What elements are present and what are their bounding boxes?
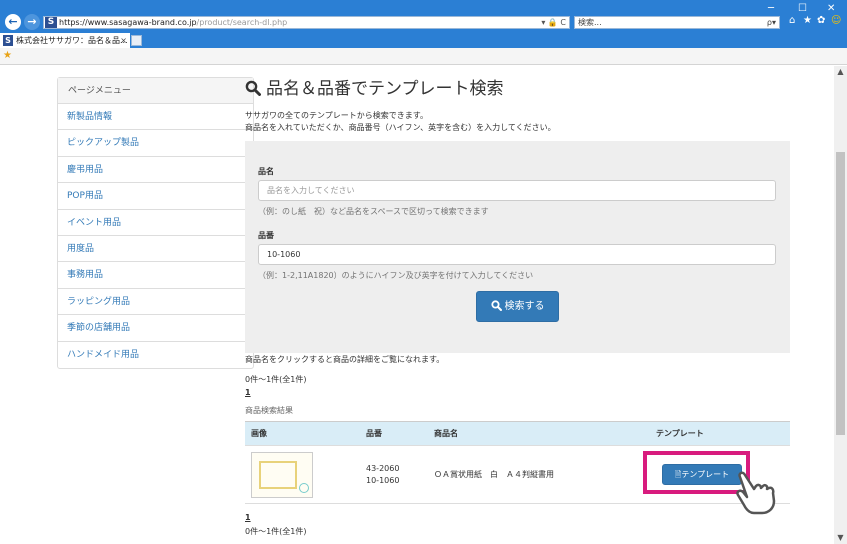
new-tab-button[interactable] — [131, 35, 142, 46]
sidebar-item-event[interactable]: イベント用品 — [58, 210, 253, 236]
search-form: 品名 品名を入力してください （例：のし紙 祝）など品名をスペースで区切って検索… — [245, 141, 790, 353]
minimize-button[interactable]: ─ — [768, 3, 774, 14]
intro-line-1: ササガワの全てのテンプレートから検索できます。 — [245, 111, 428, 120]
add-favorite-icon[interactable]: ★ — [3, 50, 12, 61]
product-code-1: 43-2060 — [366, 463, 400, 473]
scroll-thumb[interactable] — [836, 152, 845, 435]
back-button[interactable]: ← — [5, 14, 21, 30]
page-menu: ページメニュー 新製品情報 ピックアップ製品 慶弔用品 POP用品 イベント用品… — [57, 77, 254, 369]
browser-search-input[interactable]: 検索... ρ▾ — [574, 16, 780, 29]
favorites-star-icon[interactable]: ★ — [803, 15, 812, 26]
browser-search-placeholder: 検索... — [578, 18, 602, 27]
product-code-2: 10-1060 — [366, 475, 400, 485]
col-header-template: テンプレート — [650, 421, 790, 446]
scroll-up-icon[interactable]: ▲ — [834, 66, 847, 78]
product-name[interactable]: ＯＡ賞状用紙 白 Ａ４判縦書用 — [428, 445, 650, 504]
tab-active[interactable]: S 株式会社ササガワ：品名＆品... × — [0, 33, 130, 48]
site-favicon: S — [45, 17, 57, 28]
gear-icon[interactable]: ✿ — [817, 15, 825, 26]
pointing-hand-icon — [736, 471, 776, 515]
sidebar-item-office[interactable]: 事務用品 — [58, 262, 253, 289]
address-tools-icon[interactable]: ▾ 🔒 C — [541, 17, 566, 28]
search-icon — [490, 300, 502, 311]
sidebar-item-seasonal[interactable]: 季節の店舗用品 — [58, 315, 253, 342]
sidebar-item-pop[interactable]: POP用品 — [58, 183, 253, 210]
product-image-cell — [245, 445, 360, 504]
search-button[interactable]: 検索する — [476, 291, 559, 322]
page-menu-header: ページメニュー — [58, 78, 253, 104]
result-count-bottom: 0件〜1件(全1件) — [245, 527, 307, 536]
url-text: https://www.sasagawa-brand.co.jp/product… — [59, 18, 288, 27]
name-help: （例：のし紙 祝）など品名をスペースで区切って検索できます — [258, 207, 489, 216]
page-title-text: 品名＆品番でテンプレート検索 — [266, 79, 504, 99]
search-button-label: 検索する — [504, 301, 545, 312]
click-hint: 商品名をクリックすると商品の詳細をご覧になれます。 — [245, 355, 445, 364]
tab-close-icon[interactable]: × — [120, 35, 127, 46]
tab-bar: S 株式会社ササガワ：品名＆品... × — [0, 32, 847, 48]
tab-title: 株式会社ササガワ：品名＆品... — [16, 36, 128, 45]
results-caption: 商品検索結果 — [245, 406, 293, 415]
result-count-top: 0件〜1件(全1件) — [245, 375, 307, 384]
page-scrollbar[interactable]: ▲ ▼ — [834, 66, 847, 544]
scroll-down-icon[interactable]: ▼ — [834, 532, 847, 544]
intro-text: ササガワの全てのテンプレートから検索できます。 商品名を入れていただくか、商品番… — [245, 110, 556, 134]
browser-titlebar: ← → S https://www.sasagawa-brand.co.jp/p… — [0, 0, 847, 32]
search-icon[interactable]: ρ▾ — [767, 17, 776, 28]
forward-button[interactable]: → — [24, 14, 40, 30]
sidebar-item-wrapping[interactable]: ラッピング用品 — [58, 289, 253, 316]
pagination-top-page[interactable]: 1 — [245, 388, 251, 397]
pagination-bottom-page[interactable]: 1 — [245, 513, 251, 522]
certificate-seal — [299, 482, 309, 493]
code-help: （例：1-2,11A1820）のようにハイフン及び英字を付けて入力してください — [258, 271, 534, 280]
smiley-icon[interactable]: ☺ — [831, 15, 841, 26]
code-label: 品番 — [258, 231, 274, 240]
sidebar-item-pickup[interactable]: ピックアップ製品 — [58, 130, 253, 157]
col-header-name: 商品名 — [428, 421, 650, 446]
product-thumbnail[interactable] — [251, 451, 313, 498]
table-header-row: 画像 品番 商品名 テンプレート — [245, 421, 790, 446]
favorites-bar: ★ — [0, 48, 847, 65]
sidebar-item-supplies[interactable]: 用度品 — [58, 236, 253, 263]
code-input[interactable]: 10-1060 — [258, 244, 776, 265]
col-header-image: 画像 — [245, 421, 360, 446]
name-input[interactable]: 品名を入力してください — [258, 180, 776, 201]
search-icon — [245, 80, 261, 96]
page-title: 品名＆品番でテンプレート検索 — [245, 78, 504, 100]
certificate-frame — [259, 460, 297, 489]
sidebar-item-new-products[interactable]: 新製品情報 — [58, 104, 253, 131]
tab-favicon: S — [3, 35, 13, 46]
sidebar-item-handmade[interactable]: ハンドメイド用品 — [58, 342, 253, 368]
maximize-button[interactable]: ☐ — [798, 3, 807, 14]
address-bar[interactable]: S https://www.sasagawa-brand.co.jp/produ… — [43, 16, 570, 29]
name-label: 品名 — [258, 167, 274, 176]
col-header-code: 品番 — [360, 421, 428, 446]
close-window-button[interactable]: ✕ — [827, 3, 835, 14]
intro-line-2: 商品名を入れていただくか、商品番号（ハイフン、英字を含む）を入力してください。 — [245, 123, 556, 132]
home-icon[interactable]: ⌂ — [789, 15, 795, 26]
sidebar-item-ceremonial[interactable]: 慶弔用品 — [58, 157, 253, 184]
product-code-cell: 43-2060 10-1060 — [360, 445, 428, 504]
